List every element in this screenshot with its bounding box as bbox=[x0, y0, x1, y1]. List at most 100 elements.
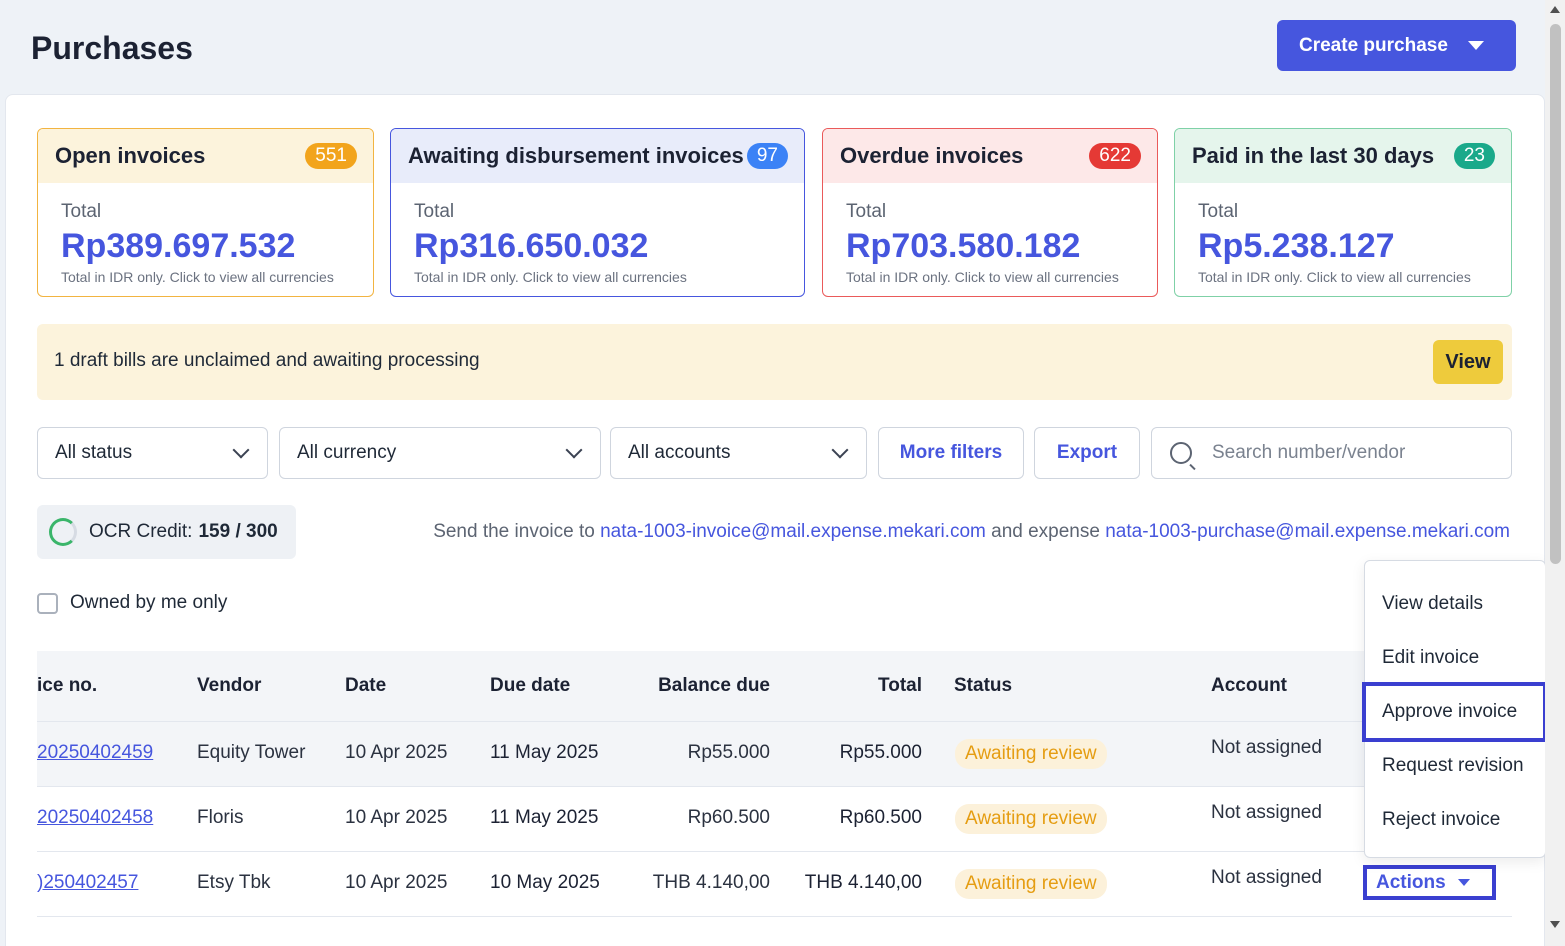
col-invoice-no[interactable]: ice no. bbox=[37, 675, 97, 697]
table-header: ice no. Vendor Date Due date Balance due… bbox=[37, 651, 1512, 722]
vendor-cell: Floris bbox=[197, 807, 244, 828]
card-overdue-invoices[interactable]: Overdue invoices 622 Total Rp703.580.182… bbox=[822, 128, 1158, 297]
due-date-cell: 11 May 2025 bbox=[490, 742, 599, 763]
send-prefix: Send the invoice to bbox=[433, 521, 595, 542]
create-purchase-button[interactable]: Create purchase bbox=[1277, 20, 1516, 71]
card-header: Paid in the last 30 days 23 bbox=[1175, 129, 1511, 183]
accounts-filter[interactable]: All accounts bbox=[610, 427, 867, 479]
card-amount: Rp316.650.032 bbox=[414, 227, 649, 265]
caret-down-icon bbox=[1467, 41, 1484, 50]
invoice-number-link[interactable]: )250402457 bbox=[37, 872, 138, 894]
card-title: Paid in the last 30 days bbox=[1192, 143, 1435, 168]
accounts-filter-value: All accounts bbox=[628, 442, 731, 463]
balance-due-cell: THB 4.140,00 bbox=[652, 872, 770, 893]
scroll-down-icon[interactable] bbox=[1550, 921, 1560, 928]
search-input[interactable] bbox=[1212, 438, 1502, 468]
col-total[interactable]: Total bbox=[878, 675, 922, 697]
main-panel: Open invoices 551 Total Rp389.697.532 To… bbox=[5, 94, 1545, 946]
ocr-credit-label: OCR Credit: bbox=[89, 521, 193, 542]
card-note: Total in IDR only. Click to view all cur… bbox=[414, 269, 687, 285]
status-badge: Awaiting review bbox=[955, 739, 1107, 769]
card-title: Open invoices bbox=[55, 143, 206, 168]
currency-filter-value: All currency bbox=[297, 442, 397, 463]
status-badge: Awaiting review bbox=[955, 869, 1107, 899]
table-row[interactable]: )250402457 Etsy Tbk 10 Apr 2025 10 May 2… bbox=[37, 852, 1512, 917]
currency-filter[interactable]: All currency bbox=[279, 427, 601, 479]
col-status[interactable]: Status bbox=[954, 675, 1012, 697]
page-title: Purchases bbox=[31, 30, 193, 66]
menu-item-request-revision[interactable]: Request revision bbox=[1382, 755, 1524, 777]
vendor-cell: Etsy Tbk bbox=[197, 872, 271, 893]
account-cell: Not assigned bbox=[1211, 867, 1322, 888]
card-amount: Rp5.238.127 bbox=[1198, 227, 1395, 265]
col-account[interactable]: Account bbox=[1211, 675, 1287, 697]
invoice-number-link[interactable]: 20250402458 bbox=[37, 807, 153, 829]
scroll-up-icon[interactable] bbox=[1550, 6, 1560, 13]
more-filters-button[interactable]: More filters bbox=[878, 427, 1024, 479]
send-middle: and expense bbox=[991, 521, 1100, 542]
status-filter-value: All status bbox=[55, 442, 133, 463]
col-date[interactable]: Date bbox=[345, 675, 386, 697]
page-header: Purchases Create purchase bbox=[0, 0, 1545, 94]
col-due-date[interactable]: Due date bbox=[490, 675, 570, 697]
card-total-label: Total bbox=[61, 201, 102, 222]
card-title: Awaiting disbursement invoices bbox=[408, 143, 744, 168]
owned-by-me-label: Owned by me only bbox=[70, 592, 228, 613]
card-header: Awaiting disbursement invoices 97 bbox=[391, 129, 804, 183]
card-header: Overdue invoices 622 bbox=[823, 129, 1157, 183]
account-cell: Not assigned bbox=[1211, 737, 1322, 758]
date-cell: 10 Apr 2025 bbox=[345, 742, 448, 763]
count-badge: 97 bbox=[746, 143, 788, 169]
total-cell: Rp55.000 bbox=[839, 742, 922, 763]
menu-item-approve-invoice[interactable]: Approve invoice bbox=[1382, 701, 1517, 723]
banner-view-button[interactable]: View bbox=[1433, 340, 1503, 384]
actions-button-label: Actions bbox=[1376, 871, 1446, 893]
table-row[interactable]: 20250402458 Floris 10 Apr 2025 11 May 20… bbox=[37, 787, 1512, 852]
menu-item-reject-invoice[interactable]: Reject invoice bbox=[1382, 809, 1500, 831]
create-purchase-label: Create purchase bbox=[1299, 34, 1448, 56]
count-badge: 622 bbox=[1089, 143, 1141, 169]
owned-by-me-checkbox[interactable]: Owned by me only bbox=[37, 592, 227, 614]
checkbox-icon[interactable] bbox=[37, 592, 58, 614]
balance-due-cell: Rp55.000 bbox=[687, 742, 770, 763]
col-vendor[interactable]: Vendor bbox=[197, 675, 261, 697]
purchase-email-link[interactable]: nata-1003-purchase@mail.expense.mekari.c… bbox=[1105, 521, 1510, 542]
vendor-cell: Equity Tower bbox=[197, 742, 306, 763]
export-button[interactable]: Export bbox=[1034, 427, 1140, 479]
balance-due-cell: Rp60.500 bbox=[687, 807, 770, 828]
actions-button[interactable]: Actions bbox=[1363, 865, 1496, 900]
total-cell: THB 4.140,00 bbox=[804, 872, 922, 893]
chevron-down-icon bbox=[565, 441, 583, 459]
progress-ring-icon bbox=[49, 518, 77, 546]
date-cell: 10 Apr 2025 bbox=[345, 807, 448, 828]
card-awaiting-disbursement[interactable]: Awaiting disbursement invoices 97 Total … bbox=[390, 128, 805, 297]
ocr-credit: OCR Credit: 159 / 300 bbox=[37, 505, 296, 559]
card-open-invoices[interactable]: Open invoices 551 Total Rp389.697.532 To… bbox=[37, 128, 374, 297]
col-balance-due[interactable]: Balance due bbox=[658, 675, 770, 697]
card-note: Total in IDR only. Click to view all cur… bbox=[1198, 269, 1471, 285]
card-paid-last-30-days[interactable]: Paid in the last 30 days 23 Total Rp5.23… bbox=[1174, 128, 1512, 297]
count-badge: 23 bbox=[1453, 143, 1495, 169]
banner-text: 1 draft bills are unclaimed and awaiting… bbox=[54, 350, 480, 371]
invoice-email-link[interactable]: nata-1003-invoice@mail.expense.mekari.co… bbox=[600, 521, 986, 542]
draft-bills-banner: 1 draft bills are unclaimed and awaiting… bbox=[37, 324, 1512, 400]
scrollbar-thumb[interactable] bbox=[1550, 24, 1561, 564]
menu-item-view-details[interactable]: View details bbox=[1382, 593, 1483, 615]
invoice-number-link[interactable]: 20250402459 bbox=[37, 742, 153, 764]
due-date-cell: 11 May 2025 bbox=[490, 807, 599, 828]
menu-item-edit-invoice[interactable]: Edit invoice bbox=[1382, 647, 1479, 669]
page-scrollbar[interactable] bbox=[1545, 0, 1565, 946]
search-icon bbox=[1170, 442, 1192, 464]
card-total-label: Total bbox=[846, 201, 887, 222]
card-amount: Rp703.580.182 bbox=[846, 227, 1081, 265]
card-header: Open invoices 551 bbox=[38, 129, 373, 183]
status-filter[interactable]: All status bbox=[37, 427, 268, 479]
send-invoice-line: Send the invoice to nata-1003-invoice@ma… bbox=[433, 521, 1510, 543]
caret-down-icon bbox=[1457, 879, 1470, 886]
chevron-down-icon bbox=[831, 441, 849, 459]
search-box bbox=[1151, 427, 1512, 479]
table-row[interactable]: 20250402459 Equity Tower 10 Apr 2025 11 … bbox=[37, 722, 1512, 787]
account-cell: Not assigned bbox=[1211, 802, 1322, 823]
card-total-label: Total bbox=[1198, 201, 1239, 222]
date-cell: 10 Apr 2025 bbox=[345, 872, 448, 893]
